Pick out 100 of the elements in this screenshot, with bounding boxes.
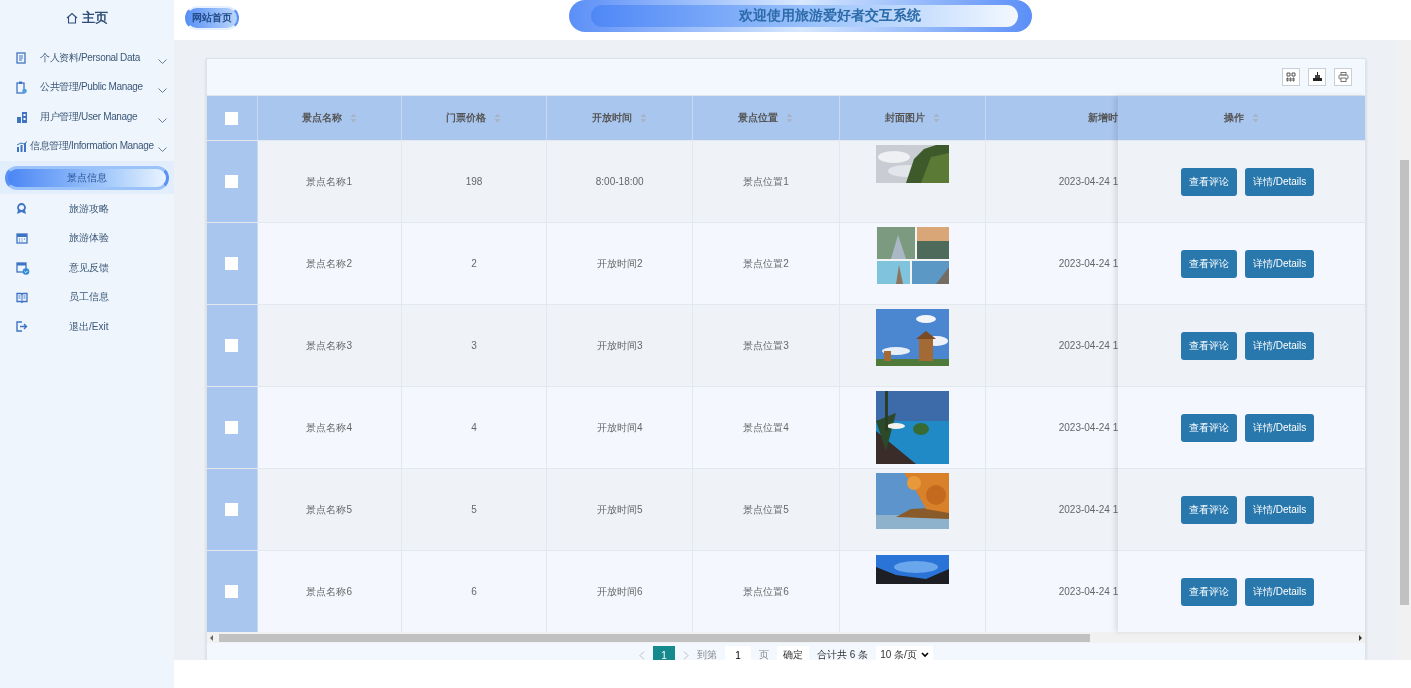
column-header: 新增时: [1088, 111, 1119, 125]
table-cell: 2023-04-24 1: [1058, 340, 1119, 351]
total-count: 合计共 6 条: [817, 648, 869, 660]
menu-item[interactable]: 员工信息: [0, 282, 174, 312]
checkbox[interactable]: [225, 421, 239, 434]
confirm-button[interactable]: 确定: [777, 646, 810, 660]
page-unit-label: 页: [759, 648, 770, 660]
menu-item[interactable]: 旅游攻略: [0, 194, 174, 224]
checkbox[interactable]: [225, 503, 239, 516]
page-size-select[interactable]: 10 条/页: [876, 646, 933, 660]
menu-label: 个人资料/Personal Data: [40, 50, 140, 65]
table-cell: 景点位置2: [743, 256, 789, 271]
table-cell: 景点名称3: [306, 338, 353, 353]
action-button[interactable]: 查看评论: [1180, 413, 1237, 442]
action-button[interactable]: 详情/Details: [1244, 577, 1315, 606]
checkbox[interactable]: [225, 257, 239, 270]
bar-chart-icon: [16, 140, 28, 152]
table-cell: 景点位置5: [743, 502, 789, 517]
home-link-button[interactable]: 网站首页: [185, 5, 239, 30]
menu-label: 信息管理/Information Manage: [30, 139, 154, 154]
table-cell: 景点名称1: [306, 174, 353, 189]
table-cell: 开放时间4: [596, 420, 643, 435]
table-cell: 开放时间6: [596, 584, 643, 599]
award-icon: [16, 202, 27, 215]
page-button[interactable]: 1: [653, 646, 676, 660]
action-button[interactable]: 查看评论: [1180, 577, 1237, 606]
checkbox[interactable]: [225, 585, 239, 598]
table-cell: 景点位置6: [743, 584, 789, 599]
sort-icon[interactable]: [1252, 113, 1260, 123]
table-cell: 景点名称4: [306, 420, 353, 435]
print-icon[interactable]: [1334, 68, 1352, 86]
table-cell: 2023-04-24 1: [1058, 176, 1119, 187]
action-button[interactable]: 详情/Details: [1244, 413, 1315, 442]
action-button[interactable]: 详情/Details: [1244, 167, 1315, 196]
action-button[interactable]: 查看评论: [1180, 167, 1237, 196]
sidebar-title: 主页: [82, 9, 108, 27]
column-header: 景点位置: [738, 111, 779, 125]
table-cell: 2023-04-24 1: [1058, 504, 1119, 515]
sort-icon[interactable]: [640, 113, 648, 123]
menu-label: 公共管理/Public Manage: [40, 80, 143, 95]
table-cell: 5: [471, 504, 477, 515]
table-cell: 景点名称5: [306, 502, 353, 517]
columns-icon[interactable]: [1282, 68, 1300, 86]
sort-icon[interactable]: [786, 113, 794, 123]
table-cell: 景点位置1: [743, 174, 789, 189]
table-cell: 198: [465, 176, 483, 187]
chevron-down-icon: [158, 147, 167, 154]
horizontal-scrollbar[interactable]: [207, 632, 1365, 643]
action-button[interactable]: 查看评论: [1180, 331, 1237, 360]
vertical-scrollbar[interactable]: [1398, 40, 1411, 660]
sort-icon[interactable]: [349, 113, 357, 123]
action-button[interactable]: 详情/Details: [1244, 495, 1315, 524]
menu-group[interactable]: 用户管理/User Manage: [0, 102, 174, 132]
table-cell: 6: [471, 586, 477, 597]
table-cell: 2023-04-24 1: [1058, 422, 1119, 433]
table-cell: 8:00-18:00: [595, 176, 644, 187]
menu-item[interactable]: 意见反馈: [0, 253, 174, 283]
action-button[interactable]: 详情/Details: [1244, 331, 1315, 360]
checkbox[interactable]: [225, 175, 239, 188]
menu-group[interactable]: 信息管理/Information Manage: [0, 131, 174, 161]
checkbox[interactable]: [225, 339, 239, 352]
calendar-icon: [16, 232, 28, 245]
previous-page-icon[interactable]: [639, 650, 646, 660]
table-cell: 景点名称2: [306, 256, 353, 271]
action-button[interactable]: 详情/Details: [1244, 249, 1315, 278]
chevron-down-icon: [158, 88, 167, 95]
menu-group[interactable]: 公共管理/Public Manage: [0, 72, 174, 102]
page-input[interactable]: 1: [725, 646, 752, 660]
menu-label: 用户管理/User Manage: [40, 109, 138, 124]
table-cell: 2023-04-24 1: [1058, 258, 1119, 269]
action-button[interactable]: 查看评论: [1180, 495, 1237, 524]
column-header: 开放时间: [592, 111, 633, 125]
table-cell: 4: [471, 422, 477, 433]
table-cell: 景点位置4: [743, 420, 789, 435]
table-cell: 开放时间3: [596, 338, 643, 353]
export-icon[interactable]: [1308, 68, 1326, 86]
calendar-check-icon: [16, 260, 30, 275]
menu-item[interactable]: 旅游体验: [0, 223, 174, 253]
next-page-icon[interactable]: [683, 650, 690, 660]
document-icon: [16, 51, 26, 64]
menu-group[interactable]: 个人资料/Personal Data: [0, 43, 174, 73]
table-cell: 景点位置3: [743, 338, 789, 353]
caret-icon: [920, 652, 929, 658]
column-header: 门票价格: [446, 111, 487, 125]
column-header: 操作: [1224, 111, 1245, 125]
checkbox[interactable]: [225, 111, 239, 125]
table-cell: 2: [471, 258, 477, 269]
menu-item[interactable]: 退出/Exit: [0, 312, 174, 342]
app-title: 欢迎使用旅游爱好者交互系统: [591, 5, 1018, 27]
exit-icon: [16, 321, 28, 333]
book-icon: [16, 291, 28, 303]
sort-icon[interactable]: [494, 113, 502, 123]
table-cell: 2023-04-24 1: [1058, 586, 1119, 597]
home-icon: [66, 12, 78, 24]
column-header: 景点名称: [301, 111, 342, 125]
table-cell: 3: [471, 340, 477, 351]
menu-item[interactable]: 景点信息: [5, 165, 169, 190]
sort-icon[interactable]: [932, 113, 940, 123]
action-button[interactable]: 查看评论: [1180, 249, 1237, 278]
table-cell: 景点名称6: [306, 584, 353, 599]
